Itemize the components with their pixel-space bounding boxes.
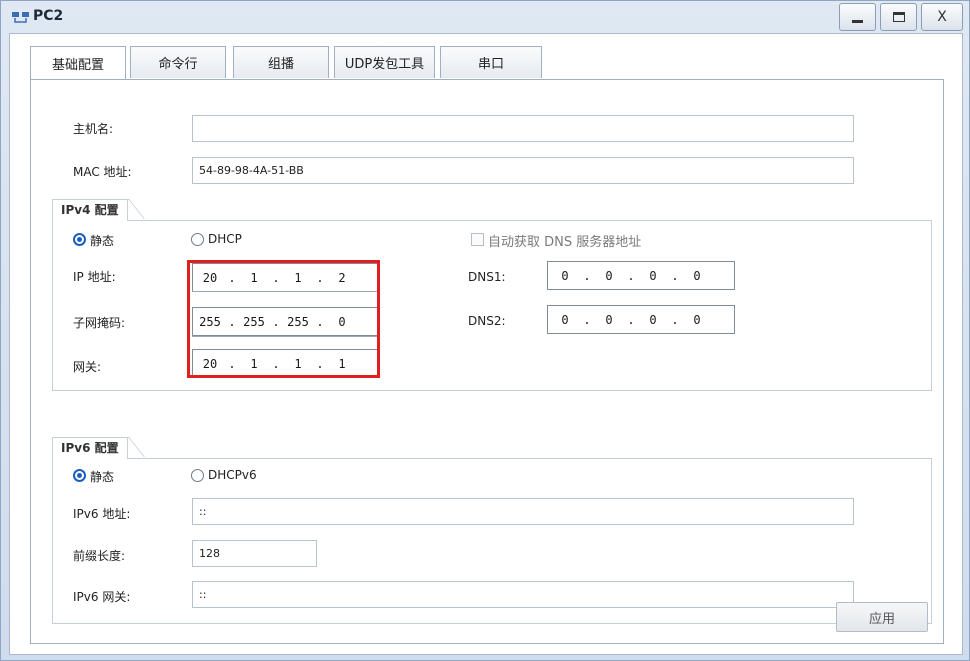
hostname-label: 主机名:: [73, 122, 114, 136]
minimize-button[interactable]: [839, 3, 876, 31]
dns2-octet: 0: [561, 312, 569, 327]
dns1-octet: 0: [561, 268, 569, 283]
auto-dns-label: 自动获取 DNS 服务器地址: [488, 235, 642, 250]
ip-address-label: IP 地址:: [73, 270, 116, 284]
ipv6-gateway-field[interactable]: ::: [192, 581, 854, 608]
ipv4-group-title: IPv4 配置: [55, 200, 127, 220]
auto-dns-checkbox[interactable]: [471, 233, 484, 246]
ipv6-static-radio[interactable]: [73, 469, 86, 482]
mac-label: MAC 地址:: [73, 165, 132, 179]
apply-button[interactable]: 应用: [836, 602, 928, 632]
ipv6-gateway-label: IPv6 网关:: [73, 590, 131, 604]
dns1-octet: 0: [649, 268, 657, 283]
close-icon: X: [937, 9, 947, 25]
subnet-mask-label: 子网掩码:: [73, 316, 126, 330]
ipv4-dhcp-radio[interactable]: [191, 233, 204, 246]
dns2-octet: 0: [605, 312, 613, 327]
dns2-field[interactable]: 0. 0. 0. 0: [547, 305, 735, 334]
tab-basic-config[interactable]: 基础配置: [30, 46, 126, 80]
ipv4-static-radio[interactable]: [73, 233, 86, 246]
prefix-length-field[interactable]: 128: [192, 540, 317, 567]
ip-settings-highlight-box: [187, 260, 380, 378]
close-button[interactable]: X: [921, 3, 963, 31]
minimize-icon: [852, 19, 863, 23]
ipv6-dhcp-label: DHCPv6: [208, 468, 257, 482]
ipv6-group-title: IPv6 配置: [55, 438, 127, 458]
tab-serial[interactable]: 串口: [440, 46, 542, 78]
window-title: PC2: [33, 8, 64, 24]
dns2-label: DNS2:: [468, 314, 506, 328]
dns1-octet: 0: [693, 268, 701, 283]
prefix-length-label: 前缀长度:: [73, 549, 126, 563]
pc2-window: PC2 X 基础配置 命令行 组播 UDP发包工具 串口 主机名: MAC 地址…: [0, 0, 970, 661]
dns1-octet: 0: [605, 268, 613, 283]
dns2-octet: 0: [693, 312, 701, 327]
basic-config-panel: 主机名: MAC 地址: 54-89-98-4A-51-BB IPv4 配置 静…: [30, 79, 944, 644]
ipv6-dhcp-radio[interactable]: [191, 469, 204, 482]
tab-udp-tool[interactable]: UDP发包工具: [334, 46, 435, 78]
hostname-input[interactable]: [192, 115, 854, 142]
ipv4-dhcp-label: DHCP: [208, 232, 242, 246]
ipv6-address-label: IPv6 地址:: [73, 507, 131, 521]
ipv6-static-label: 静态: [90, 470, 115, 484]
maximize-icon: [892, 12, 905, 22]
gateway-label: 网关:: [73, 360, 102, 374]
dns2-octet: 0: [649, 312, 657, 327]
tab-command-line[interactable]: 命令行: [130, 46, 226, 78]
tab-multicast[interactable]: 组播: [233, 46, 329, 78]
dns1-label: DNS1:: [468, 270, 506, 284]
pc-app-icon: [12, 12, 29, 23]
ipv6-address-field[interactable]: ::: [192, 498, 854, 525]
window-client-area: 基础配置 命令行 组播 UDP发包工具 串口 主机名: MAC 地址: 54-8…: [9, 33, 963, 655]
mac-address-field[interactable]: 54-89-98-4A-51-BB: [192, 157, 854, 184]
ipv4-static-label: 静态: [90, 234, 115, 248]
dns1-field[interactable]: 0. 0. 0. 0: [547, 261, 735, 290]
title-bar[interactable]: PC2 X: [1, 1, 969, 33]
maximize-button[interactable]: [880, 3, 917, 31]
